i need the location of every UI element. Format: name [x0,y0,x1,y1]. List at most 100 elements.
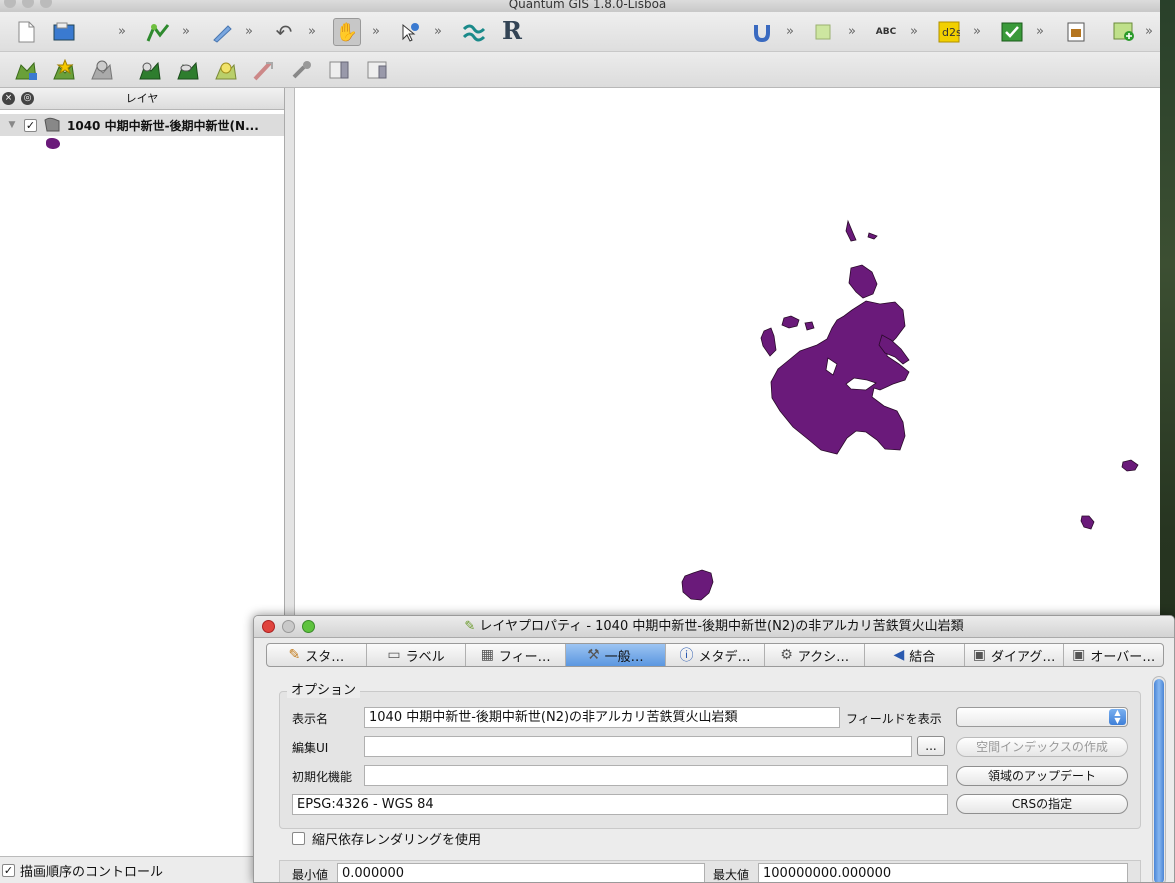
polygon-feature [804,321,815,331]
tools-icon[interactable] [288,56,316,84]
close-icon[interactable] [262,620,275,633]
max-scale-label: 最大値 [713,868,750,882]
display-name-input[interactable]: 1040 中期中新世-後期中新世(N2)の非アルカリ苦鉄質火山岩類 [364,707,840,728]
legend-symbol [46,138,60,149]
join-icon: ◀ [893,647,905,663]
layer-visibility-checkbox[interactable]: ✓ [24,118,37,132]
tab-fields[interactable]: ▦ フィー… [466,644,567,666]
dialog-window-controls[interactable] [262,620,315,633]
svg-text:d2s: d2s [942,26,960,39]
window-titlebar: Quantum GIS 1.8.0-Lisboa [0,0,1175,12]
identify-icon[interactable] [396,18,424,46]
expand-arrow-icon[interactable]: ▼ [0,120,24,130]
min-scale-input[interactable]: 0.000000 [337,863,705,882]
tab-joins[interactable]: ◀ 結合 [865,644,965,666]
d2s-icon[interactable]: d2s [935,18,963,46]
scrollbar-thumb[interactable] [1154,679,1164,882]
tab-diagrams[interactable]: ▣ ダイアグ… [965,644,1065,666]
crs-display: EPSG:4326 - WGS 84 [292,794,948,815]
map-polygons [681,219,1139,601]
init-function-label: 初期化機能 [292,770,353,784]
polygon-feature [1121,459,1139,472]
polygon-feature [781,315,800,329]
label-tool-icon[interactable]: ABC [872,18,900,46]
tab-actions[interactable]: ⚙ アクシ… [765,644,866,666]
tools-icon: ⚒ [587,647,600,663]
r-plugin-icon[interactable]: R [498,16,526,45]
tab-labels[interactable]: ▭ ラベル [367,644,467,666]
add-vector-layer-icon[interactable] [12,56,40,84]
pencil-icon: ✎ [464,619,476,634]
tab-metadata[interactable]: ⓘ メタデ… [666,644,766,666]
add-wfs-icon[interactable] [212,56,240,84]
add-postgis-icon[interactable] [174,56,202,84]
display-field-label: フィールドを表示 [846,712,942,726]
pencil-icon[interactable] [208,18,236,46]
window-title: Quantum GIS 1.8.0-Lisboa [508,0,667,11]
edit-ui-input[interactable] [364,736,912,757]
init-function-input[interactable] [364,765,948,786]
info-icon: ⓘ [679,648,694,664]
plugin-manager-icon[interactable] [810,18,838,46]
dialog-titlebar: ✎ レイヤプロパティ - 1040 中期中新世-後期中新世(N2)の非アルカリ苦… [254,616,1174,638]
gear-icon: ⚙ [780,647,793,663]
scale-dependent-checkbox[interactable] [292,832,305,845]
properties-tabs: ✎ スタ… ▭ ラベル ▦ フィー… ⚒ 一般… ⓘ メタデ… ⚙ アクシ… ◀ 結合 ▣ ダイ… [266,643,1164,667]
layers-panel-header: × ◎ レイヤ [0,88,284,110]
add-raster-layer-icon[interactable] [50,56,78,84]
set-crs-button[interactable]: CRSの指定 [956,794,1128,814]
pan-hand-icon[interactable]: ✋ [333,18,361,46]
tab-style[interactable]: ✎ スタ… [267,644,367,666]
panel-splitter[interactable] [285,88,295,618]
print-composer-icon[interactable] [1062,18,1090,46]
dialog-scrollbar[interactable] [1152,676,1166,882]
layer-properties-dialog: ✎ レイヤプロパティ - 1040 中期中新世-後期中新世(N2)の非アルカリ苦… [253,615,1175,883]
open-project-icon[interactable] [50,18,78,46]
gps-icon[interactable] [460,18,488,46]
main-toolbar: » » » ↶ » ✋ » » R » » ABC » d2s » » » [0,12,1160,52]
remove-layer-icon[interactable] [326,56,354,84]
window-controls[interactable] [4,0,52,8]
minimize-icon[interactable] [282,620,295,633]
add-layer-icon[interactable] [1110,18,1138,46]
tab-overlay[interactable]: ▣ オーバー… [1064,644,1163,666]
edit-checkmark-icon[interactable] [998,18,1026,46]
layer-toolbar [0,52,1160,88]
display-name-label: 表示名 [292,712,329,726]
create-spatial-index-button[interactable]: 空間インデックスの作成 [956,737,1128,757]
add-spatialite-icon[interactable] [136,56,164,84]
table-icon: ▦ [480,647,494,663]
new-shapefile-icon[interactable] [250,56,278,84]
layer-item[interactable]: ▼ ✓ 1040 中期中新世-後期中新世(N... [0,114,284,136]
draw-order-label: 描画順序のコントロール [20,864,164,880]
update-extent-button[interactable]: 領域のアップデート [956,766,1128,786]
layers-panel: × ◎ レイヤ ▼ ✓ 1040 中期中新世-後期中新世(N... ✓ 描画順序… [0,88,285,883]
overview-icon[interactable] [364,56,392,84]
zoom-icon[interactable] [302,620,315,633]
scale-dependent-option[interactable]: 縮尺依存レンダリングを使用 [292,829,481,848]
max-scale-input[interactable]: 100000000.000000 [758,863,1128,882]
chevron-updown-icon: ▲ ▼ [1109,709,1126,725]
polygon-feature [845,219,857,242]
new-project-icon[interactable] [12,18,40,46]
options-group-title: オプション [287,679,361,698]
close-panel-icon[interactable]: × [2,92,15,105]
draw-order-control[interactable]: ✓ 描画順序のコントロール [0,856,285,883]
map-canvas[interactable] [295,88,1160,618]
browse-button[interactable]: ... [917,736,945,756]
brush-icon: ✎ [288,647,301,663]
polygon-layer-icon [37,117,67,133]
label-icon: ▭ [387,647,401,663]
polygon-feature [867,232,878,240]
tab-general[interactable]: ⚒ 一般… [566,644,666,666]
magnet-icon[interactable] [748,18,776,46]
diagram-icon: ▣ [972,647,986,663]
draw-order-checkbox[interactable]: ✓ [2,863,15,877]
undo-icon[interactable]: ↶ [270,18,298,46]
overlay-icon: ▣ [1072,647,1086,663]
edit-ui-label: 編集UI [292,741,329,755]
float-panel-icon[interactable]: ◎ [21,92,34,105]
add-wms-layer-icon[interactable] [88,56,116,84]
display-field-select[interactable]: ▲ ▼ [956,707,1128,727]
digitize-icon[interactable] [144,18,172,46]
